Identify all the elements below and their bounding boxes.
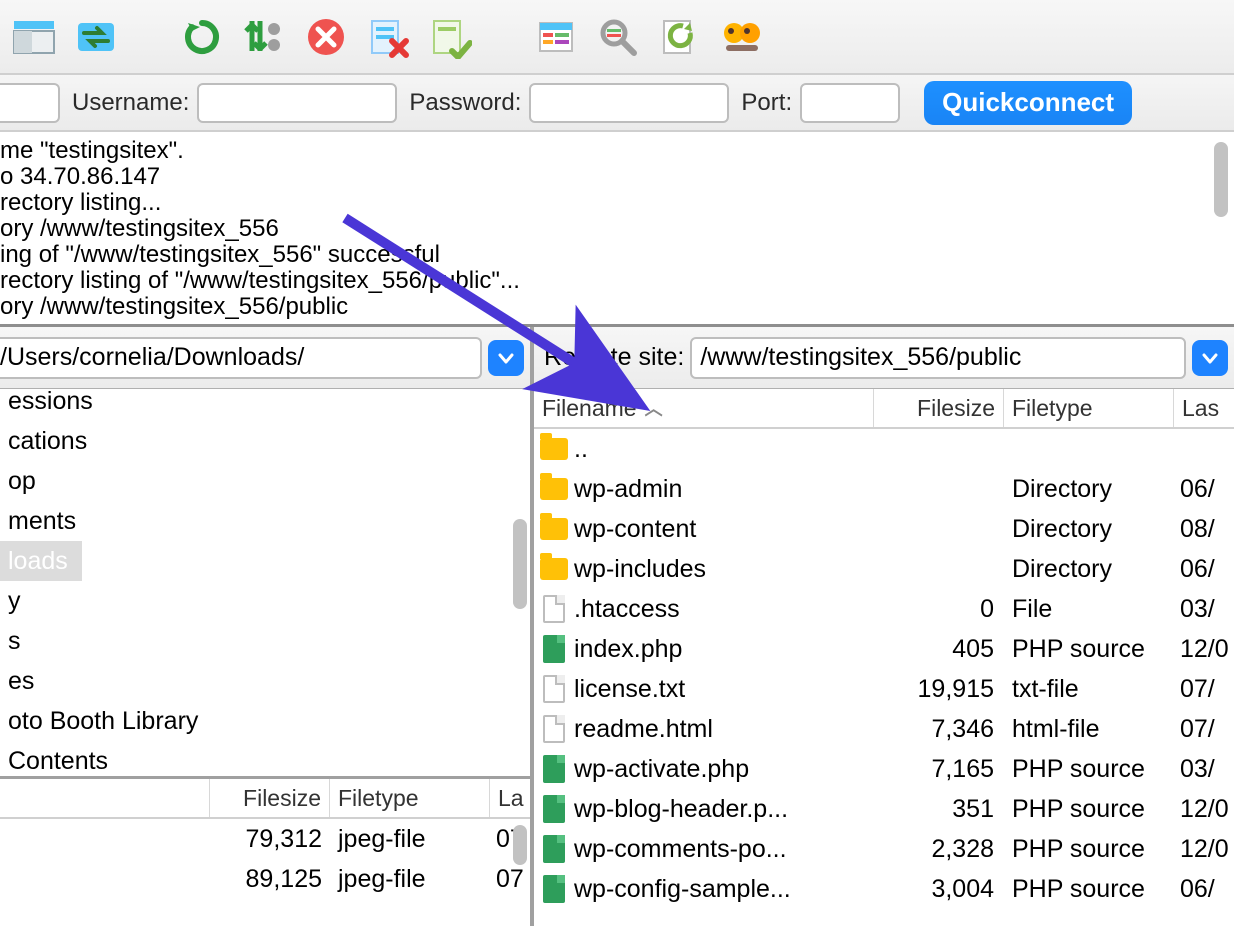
remote-col-filename-label: Filename <box>542 395 637 422</box>
remote-panel: Remote site: Filename ︿ Filesize Filetyp… <box>534 327 1234 926</box>
local-panel: essionscationsopmentsloadsysesoto Booth … <box>0 327 534 926</box>
table-row[interactable]: license.txt19,915txt-file07/ <box>534 669 1234 709</box>
cancel-icon[interactable] <box>302 13 350 61</box>
file-icon <box>543 715 565 743</box>
local-tree-scrollbar-thumb[interactable] <box>513 519 527 609</box>
folder-icon <box>540 518 568 540</box>
username-input[interactable] <box>197 83 397 123</box>
php-file-icon <box>543 755 565 783</box>
username-label: Username: <box>72 89 189 117</box>
folder-icon <box>540 558 568 580</box>
table-row[interactable]: wp-comments-po...2,328PHP source12/0 <box>534 829 1234 869</box>
local-col-filetype[interactable]: Filetype <box>330 779 490 817</box>
table-row[interactable]: wp-includesDirectory06/ <box>534 549 1234 589</box>
quickconnect-bar: Username: Password: Port: Quickconnect <box>0 75 1234 132</box>
tree-item[interactable]: Contents <box>0 741 206 779</box>
local-file-list[interactable]: 79,312jpeg-file0789,125jpeg-file07 <box>0 819 530 926</box>
php-file-icon <box>543 875 565 903</box>
table-row[interactable]: 89,125jpeg-file07 <box>0 859 530 899</box>
password-input[interactable] <box>529 83 729 123</box>
remote-path-bar: Remote site: <box>534 327 1234 389</box>
search-icon[interactable] <box>594 13 642 61</box>
table-row[interactable]: wp-adminDirectory06/ <box>534 469 1234 509</box>
remote-col-filename[interactable]: Filename ︿ <box>534 389 874 427</box>
sync-icon[interactable] <box>656 13 704 61</box>
tree-item[interactable]: cations <box>0 421 206 461</box>
remote-col-filesize[interactable]: Filesize <box>874 389 1004 427</box>
local-filelist-scrollbar-thumb[interactable] <box>513 825 527 865</box>
remote-path-dropdown-button[interactable] <box>1192 340 1228 376</box>
password-label: Password: <box>409 89 521 117</box>
table-row[interactable]: wp-contentDirectory08/ <box>534 509 1234 549</box>
refresh-icon[interactable] <box>178 13 226 61</box>
disconnect-icon[interactable] <box>364 13 412 61</box>
remote-col-lastmod[interactable]: Las <box>1174 389 1234 427</box>
reconnect-icon[interactable] <box>426 13 474 61</box>
tree-item[interactable]: loads <box>0 541 82 581</box>
local-file-header: Filesize Filetype La <box>0 779 530 819</box>
tree-item[interactable]: essions <box>0 389 206 421</box>
local-col-filesize[interactable]: Filesize <box>210 779 330 817</box>
log-scrollbar-thumb[interactable] <box>1214 142 1228 217</box>
local-col-lastmod[interactable]: La <box>490 779 530 817</box>
table-row[interactable]: wp-activate.php7,165PHP source03/ <box>534 749 1234 789</box>
port-input[interactable] <box>800 83 900 123</box>
table-row[interactable]: readme.html7,346html-file07/ <box>534 709 1234 749</box>
tree-item[interactable]: ments <box>0 501 206 541</box>
file-icon <box>543 595 565 623</box>
transfer-toggle-icon[interactable] <box>72 13 120 61</box>
tree-item[interactable]: op <box>0 461 206 501</box>
tree-item[interactable]: y <box>0 581 206 621</box>
folder-icon <box>540 478 568 500</box>
remote-col-filetype[interactable]: Filetype <box>1004 389 1174 427</box>
tree-item[interactable]: s <box>0 621 206 661</box>
remote-file-header: Filename ︿ Filesize Filetype Las <box>534 389 1234 429</box>
table-row[interactable]: index.php405PHP source12/0 <box>534 629 1234 669</box>
remote-path-input[interactable] <box>690 337 1186 379</box>
remote-site-label: Remote site: <box>544 343 684 372</box>
local-path-dropdown-button[interactable] <box>488 340 524 376</box>
table-row[interactable]: 79,312jpeg-file07 <box>0 819 530 859</box>
local-tree[interactable]: essionscationsopmentsloadsysesoto Booth … <box>0 389 530 779</box>
remote-file-list[interactable]: ..wp-adminDirectory06/wp-contentDirector… <box>534 429 1234 926</box>
php-file-icon <box>543 835 565 863</box>
table-row[interactable]: .htaccess0File03/ <box>534 589 1234 629</box>
php-file-icon <box>543 635 565 663</box>
local-path-input[interactable] <box>0 337 482 379</box>
site-manager-icon[interactable] <box>10 13 58 61</box>
table-row[interactable]: wp-config-sample...3,004PHP source06/ <box>534 869 1234 909</box>
table-row[interactable]: .. <box>534 429 1234 469</box>
local-path-bar <box>0 327 530 389</box>
main-toolbar <box>0 0 1234 75</box>
file-icon <box>543 675 565 703</box>
sort-ascending-icon: ︿ <box>645 395 663 421</box>
port-label: Port: <box>741 89 792 117</box>
host-input[interactable] <box>0 83 60 123</box>
filter-icon[interactable] <box>240 13 288 61</box>
folder-icon <box>540 438 568 460</box>
quickconnect-button[interactable]: Quickconnect <box>924 81 1132 125</box>
table-row[interactable]: wp-blog-header.p...351PHP source12/0 <box>534 789 1234 829</box>
php-file-icon <box>543 795 565 823</box>
log-pane[interactable]: me "testingsitex". o 34.70.86.147 rector… <box>0 132 1234 327</box>
tree-item[interactable]: oto Booth Library <box>0 701 206 741</box>
tree-item[interactable]: es <box>0 661 206 701</box>
queue-icon[interactable] <box>532 13 580 61</box>
log-text: me "testingsitex". o 34.70.86.147 rector… <box>0 138 520 320</box>
compare-icon[interactable] <box>718 13 766 61</box>
